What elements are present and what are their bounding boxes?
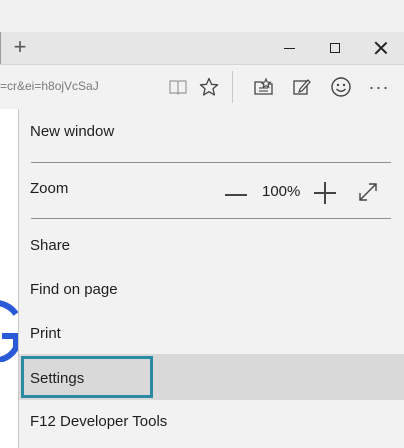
menu-item-print[interactable]: Print bbox=[19, 325, 404, 349]
maximize-icon bbox=[330, 43, 340, 53]
zoom-label: Zoom bbox=[30, 180, 69, 197]
google-logo-fragment bbox=[0, 300, 18, 362]
menu-item-zoom: Zoom 100% bbox=[19, 180, 404, 206]
share-label: Share bbox=[30, 237, 71, 254]
fullscreen-icon[interactable] bbox=[357, 181, 379, 203]
print-label: Print bbox=[30, 325, 61, 342]
web-note-icon[interactable] bbox=[290, 75, 314, 99]
new-window-label: New window bbox=[30, 123, 115, 140]
close-icon bbox=[374, 41, 388, 55]
maximize-button[interactable] bbox=[312, 32, 358, 64]
toolbar-divider bbox=[232, 71, 233, 103]
menu-item-f12-developer-tools[interactable]: F12 Developer Tools bbox=[19, 413, 404, 437]
desktop-strip bbox=[0, 0, 404, 32]
menu-separator bbox=[31, 218, 391, 219]
favorite-star-icon[interactable] bbox=[197, 75, 221, 99]
find-on-page-label: Find on page bbox=[30, 281, 118, 298]
settings-label: Settings bbox=[30, 370, 85, 387]
more-actions-icon[interactable]: ··· bbox=[367, 75, 391, 99]
hub-icon[interactable] bbox=[252, 75, 276, 99]
zoom-value: 100% bbox=[262, 183, 301, 200]
menu-item-share[interactable]: Share bbox=[19, 237, 404, 261]
zoom-in-button[interactable] bbox=[314, 182, 336, 204]
menu-item-find-on-page[interactable]: Find on page bbox=[19, 281, 404, 305]
address-bar[interactable]: =cr&ei=h8ojVcSaJ bbox=[0, 79, 99, 93]
title-bar: + bbox=[0, 32, 404, 65]
menu-item-new-window[interactable]: New window bbox=[19, 123, 404, 147]
minimize-button[interactable] bbox=[266, 32, 312, 64]
zoom-out-button[interactable] bbox=[225, 194, 247, 196]
page-content bbox=[0, 109, 18, 448]
reading-view-icon[interactable] bbox=[166, 75, 190, 99]
minimize-icon bbox=[283, 47, 295, 49]
navigation-toolbar: =cr&ei=h8ojVcSaJ ··· bbox=[0, 65, 404, 109]
menu-item-settings[interactable]: Settings bbox=[19, 354, 404, 400]
more-actions-menu: New window Zoom 100% Share Find on page … bbox=[18, 109, 404, 448]
f12-developer-tools-label: F12 Developer Tools bbox=[30, 413, 168, 430]
close-button[interactable] bbox=[358, 32, 404, 64]
menu-separator bbox=[31, 162, 391, 163]
tab-edge bbox=[0, 32, 1, 64]
new-tab-button[interactable]: + bbox=[8, 36, 32, 60]
feedback-smiley-icon[interactable] bbox=[329, 75, 353, 99]
